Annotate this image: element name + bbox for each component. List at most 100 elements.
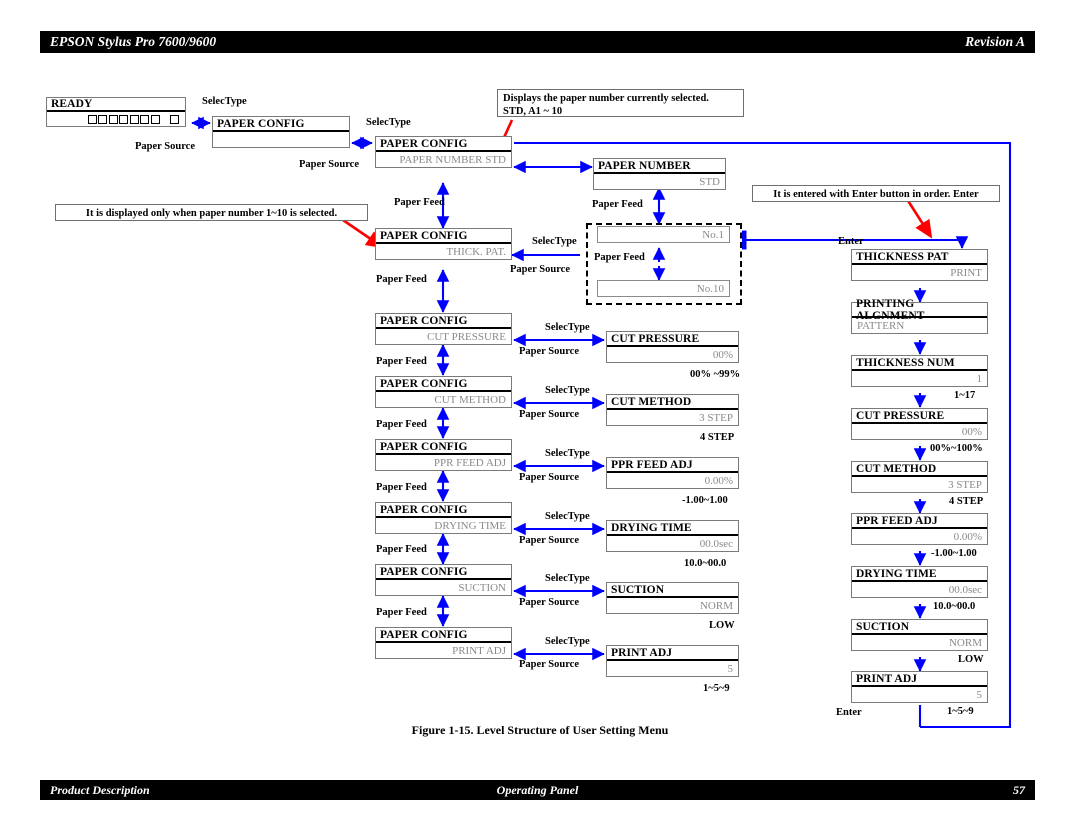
lcd-cut-method: CUT METHOD 3 STEP — [606, 394, 739, 426]
lcd-value: 00.0sec — [948, 583, 982, 596]
range-label-print-adj-enter: 1~5~9 — [947, 706, 974, 717]
lcd-title: DRYING TIME — [852, 567, 987, 582]
lcd-title: PAPER CONFIG — [376, 377, 511, 392]
button-label-paper-feed: Paper Feed — [376, 419, 427, 430]
range-label-drying-time: 10.0~00.0 — [684, 558, 727, 569]
document-page: EPSON Stylus Pro 7600/9600 Revision A Di… — [0, 0, 1080, 834]
lcd-paper-number: PAPER NUMBER STD — [593, 158, 726, 190]
button-label-paper-source: Paper Source — [519, 597, 579, 608]
lcd-drying-time-enter: DRYING TIME 00.0sec — [851, 566, 988, 598]
lcd-paper-number-no1: No.1 — [597, 226, 730, 243]
lcd-value: 00% — [961, 425, 982, 438]
lcd-value: 00% — [712, 348, 733, 361]
lcd-value: SUCTION — [458, 581, 506, 594]
button-label-paper-source: Paper Source — [519, 472, 579, 483]
ink-square-icon — [150, 114, 160, 124]
lcd-value: PRINT — [950, 266, 982, 279]
lcd-title: CUT PRESSURE — [607, 332, 738, 347]
button-label-paper-source: Paper Source — [519, 409, 579, 420]
lcd-title: PAPER CONFIG — [376, 137, 511, 152]
lcd-printing-algnment: PRINTING ALGNMENT PATTERN — [851, 298, 988, 334]
lcd-title: PAPER CONFIG — [376, 229, 511, 244]
lcd-value: 3 STEP — [948, 478, 982, 491]
range-label-cut-pressure: 00% ~99% — [690, 369, 741, 380]
button-label-paper-feed: Paper Feed — [394, 197, 445, 208]
button-label-paper-feed: Paper Feed — [376, 356, 427, 367]
button-label-selectype: SelecType — [545, 322, 590, 333]
lcd-paper-config-cut-pressure: PAPER CONFIG CUT PRESSURE — [375, 313, 512, 345]
range-label-suction: LOW — [709, 620, 735, 631]
lcd-value: PRINT ADJ — [452, 644, 506, 657]
lcd-ppr-feed-adj-enter: PPR FEED ADJ 0.00% — [851, 513, 988, 545]
lcd-title: SUCTION — [852, 620, 987, 635]
ink-square-icon — [129, 114, 139, 124]
lcd-value — [213, 132, 349, 147]
lcd-paper-number-no10: No.10 — [597, 280, 730, 297]
lcd-suction-enter: SUCTION NORM — [851, 619, 988, 651]
lcd-title: PRINT ADJ — [607, 646, 738, 661]
ink-square-icon — [119, 114, 128, 124]
lcd-title: PAPER CONFIG — [213, 117, 349, 132]
callout-enter-order: It is entered with Enter button in order… — [752, 185, 1000, 202]
lcd-ready-panel: READY — [46, 97, 186, 127]
button-label-paper-feed: Paper Feed — [376, 544, 427, 555]
button-label-paper-source: Paper Source — [519, 346, 579, 357]
button-label-paper-feed: Paper Feed — [376, 482, 427, 493]
lcd-title: CUT METHOD — [607, 395, 738, 410]
lcd-title: PAPER CONFIG — [376, 503, 511, 518]
lcd-paper-config-thick-pat: PAPER CONFIG THICK. PAT. — [375, 228, 512, 260]
lcd-paper-config-paper-number: PAPER CONFIG PAPER NUMBER STD — [375, 136, 512, 168]
lcd-paper-config-print-adj: PAPER CONFIG PRINT ADJ — [375, 627, 512, 659]
lcd-paper-config-suction: PAPER CONFIG SUCTION — [375, 564, 512, 596]
lcd-cut-pressure: CUT PRESSURE 00% — [606, 331, 739, 363]
lcd-paper-config-drying-time: PAPER CONFIG DRYING TIME — [375, 502, 512, 534]
callout-paper-number-line2: STD, A1 ~ 10 — [503, 106, 563, 117]
lcd-drying-time: DRYING TIME 00.0sec — [606, 520, 739, 552]
lcd-value: NORM — [699, 599, 733, 612]
range-label-cut-method: 4 STEP — [700, 432, 735, 443]
lcd-title: PAPER CONFIG — [376, 440, 511, 455]
lcd-value: PAPER NUMBER STD — [399, 153, 506, 166]
lcd-value: CUT PRESSURE — [427, 330, 506, 343]
button-label-paper-feed: Paper Feed — [592, 199, 643, 210]
lcd-cut-method-enter: CUT METHOD 3 STEP — [851, 461, 988, 493]
footer-page-number: 57 — [1013, 782, 1025, 797]
lcd-title: DRYING TIME — [607, 521, 738, 536]
button-label-paper-source: Paper Source — [519, 535, 579, 546]
range-label-ppr-feed-adj: -1.00~1.00 — [682, 495, 728, 506]
button-label-selectype: SelecType — [545, 636, 590, 647]
range-label-thickness-num: 1~17 — [954, 390, 976, 401]
lcd-title: THICKNESS NUM — [852, 356, 987, 371]
lcd-paper-config-cut-method: PAPER CONFIG CUT METHOD — [375, 376, 512, 408]
button-label-paper-source: Paper Source — [135, 141, 195, 152]
lcd-print-adj: PRINT ADJ 5 — [606, 645, 739, 677]
ink-square-icon — [87, 114, 97, 124]
ink-square-icon — [108, 114, 118, 124]
footer-center: Operating Panel — [496, 782, 579, 797]
lcd-title: PRINTING ALGNMENT — [852, 298, 987, 322]
button-label-enter: Enter — [836, 707, 862, 718]
lcd-title: PRINT ADJ — [852, 672, 987, 687]
lcd-ready-title: READY — [47, 98, 185, 112]
lcd-value: 3 STEP — [699, 411, 733, 424]
lcd-value: NORM — [948, 636, 982, 649]
page-footer-bar: Product Description Operating Panel 57 — [40, 780, 1035, 800]
button-label-selectype: SelecType — [545, 511, 590, 522]
button-label-selectype: SelecType — [532, 236, 577, 247]
range-label-suction-enter: LOW — [958, 654, 984, 665]
button-label-selectype: SelecType — [545, 448, 590, 459]
button-label-paper-feed: Paper Feed — [594, 252, 645, 263]
lcd-value: THICK. PAT. — [446, 245, 506, 258]
ink-indicator-group — [87, 112, 179, 126]
lcd-value: PPR FEED ADJ — [433, 456, 506, 469]
lcd-suction: SUCTION NORM — [606, 582, 739, 614]
lcd-paper-config-root: PAPER CONFIG — [212, 116, 350, 148]
button-label-selectype: SelecType — [545, 385, 590, 396]
lcd-title: PAPER CONFIG — [376, 628, 511, 643]
callout-paper-number-line1: Displays the paper number currently sele… — [503, 93, 709, 104]
lcd-title: PAPER CONFIG — [376, 314, 511, 329]
lcd-title: CUT PRESSURE — [852, 409, 987, 424]
button-label-paper-source: Paper Source — [510, 264, 570, 275]
lcd-title: PPR FEED ADJ — [607, 458, 738, 473]
button-label-enter: Enter — [838, 236, 864, 247]
